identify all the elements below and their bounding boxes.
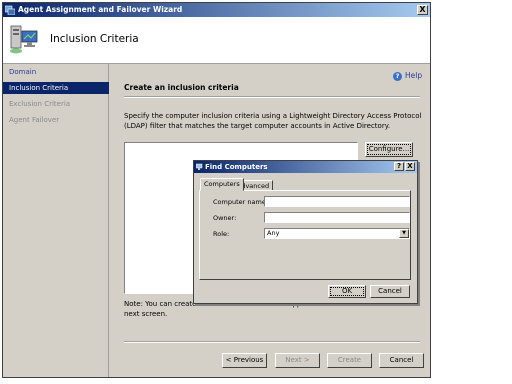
help-link[interactable]: Help (405, 71, 422, 80)
chevron-down-icon[interactable]: ▼ (399, 229, 409, 238)
section-divider (124, 96, 420, 98)
tab-computers[interactable]: Computers (200, 178, 244, 191)
dialog-cancel-button[interactable]: Cancel (370, 285, 410, 298)
cancel-button[interactable]: Cancel (379, 353, 424, 368)
configure-button[interactable]: Configure... (365, 142, 413, 157)
wizard-app-icon (5, 5, 15, 15)
page-title: Inclusion Criteria (50, 33, 139, 45)
wizard-header: Inclusion Criteria (3, 17, 430, 64)
find-computers-dialog: Find Computers ? X Computers Advanced Co… (193, 160, 418, 304)
role-select[interactable]: Any ▼ (264, 228, 410, 239)
help-icon[interactable]: ? (393, 72, 402, 81)
dialog-title: Find Computers (205, 163, 268, 171)
dialog-help-icon[interactable]: ? (394, 162, 404, 171)
ok-button[interactable]: OK (328, 285, 366, 298)
owner-label: Owner: (213, 214, 237, 222)
owner-input[interactable] (264, 212, 410, 223)
computers-tab-panel: Computer name: Owner: Role: Any ▼ (199, 190, 411, 280)
next-button: Next > (275, 353, 320, 368)
wizard-sidebar: Domain Inclusion Criteria Exclusion Crit… (3, 64, 109, 377)
computers-network-icon (10, 25, 38, 54)
footer-divider (124, 341, 420, 343)
section-title: Create an inclusion criteria (124, 83, 239, 92)
role-selected-value: Any (267, 229, 280, 237)
computer-name-input[interactable] (264, 196, 410, 207)
role-label: Role: (213, 230, 230, 238)
sidebar-item-domain[interactable]: Domain (3, 66, 109, 78)
create-button: Create (327, 353, 372, 368)
dialog-close-icon[interactable]: X (405, 162, 415, 171)
previous-button[interactable]: < Previous (222, 353, 267, 368)
sidebar-item-inclusion-criteria[interactable]: Inclusion Criteria (3, 82, 109, 94)
computer-name-label: Computer name: (213, 198, 269, 206)
description-text: Specify the computer inclusion criteria … (124, 112, 422, 130)
window-title: Agent Assignment and Failover Wizard (18, 5, 183, 14)
dialog-title-bar[interactable]: Find Computers ? X (194, 161, 417, 173)
title-bar[interactable]: Agent Assignment and Failover Wizard X (3, 3, 430, 17)
close-icon[interactable]: X (417, 5, 428, 15)
sidebar-item-exclusion-criteria: Exclusion Criteria (9, 100, 71, 108)
sidebar-item-agent-failover: Agent Failover (9, 116, 60, 124)
find-computers-icon (196, 163, 203, 170)
